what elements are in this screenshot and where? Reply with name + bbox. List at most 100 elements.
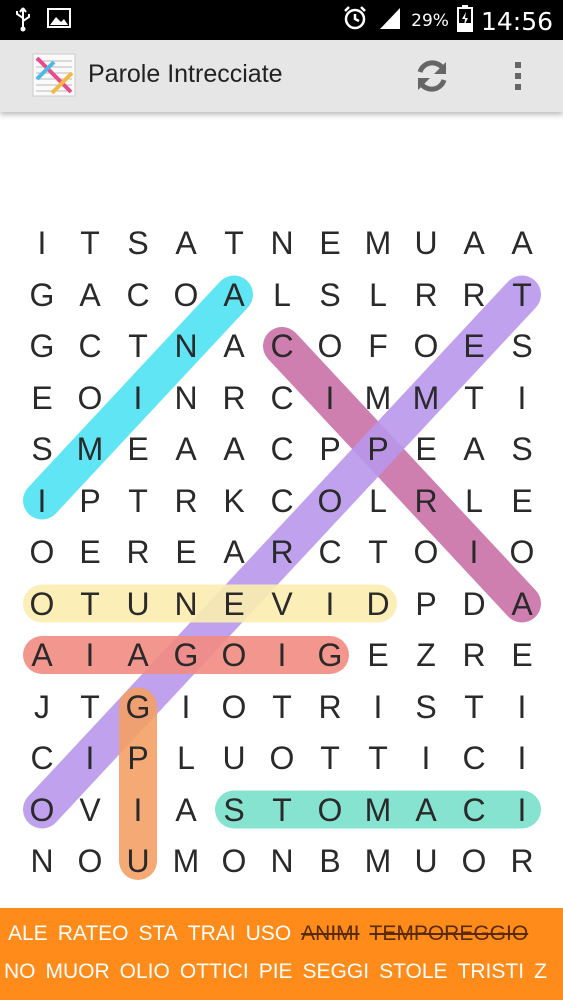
grid-letter[interactable]: Z <box>402 635 450 675</box>
grid-letter[interactable]: G <box>114 687 162 727</box>
grid-letter[interactable]: G <box>162 635 210 675</box>
grid-letter[interactable]: O <box>258 738 306 778</box>
grid-letter[interactable]: O <box>210 841 258 881</box>
grid-letter[interactable]: I <box>306 378 354 418</box>
grid-letter[interactable]: A <box>18 635 66 675</box>
grid-letter[interactable]: N <box>162 584 210 624</box>
grid-letter[interactable]: G <box>18 275 66 315</box>
grid-letter[interactable]: A <box>210 326 258 366</box>
grid-letter[interactable]: G <box>306 635 354 675</box>
grid-letter[interactable]: U <box>402 223 450 263</box>
grid-letter[interactable]: O <box>210 635 258 675</box>
grid-letter[interactable]: J <box>18 687 66 727</box>
grid-letter[interactable]: T <box>114 326 162 366</box>
grid-letter[interactable]: N <box>162 378 210 418</box>
grid-letter[interactable]: I <box>450 532 498 572</box>
grid-letter[interactable]: M <box>402 378 450 418</box>
grid-letter[interactable]: U <box>210 738 258 778</box>
grid-letter[interactable]: T <box>66 584 114 624</box>
grid-letter[interactable]: R <box>210 378 258 418</box>
grid-letter[interactable]: S <box>210 790 258 830</box>
grid-letter[interactable]: P <box>66 481 114 521</box>
grid-letter[interactable]: U <box>402 841 450 881</box>
grid-letter[interactable]: V <box>258 584 306 624</box>
grid-letter[interactable]: O <box>18 584 66 624</box>
grid-letter[interactable]: M <box>66 429 114 469</box>
grid-letter[interactable]: R <box>162 481 210 521</box>
grid-letter[interactable]: S <box>18 429 66 469</box>
grid-letter[interactable]: A <box>210 275 258 315</box>
grid-letter[interactable]: O <box>498 532 546 572</box>
grid-letter[interactable]: A <box>162 223 210 263</box>
grid-letter[interactable]: C <box>306 532 354 572</box>
grid-letter[interactable]: I <box>402 738 450 778</box>
grid-letter[interactable]: O <box>306 790 354 830</box>
grid-letter[interactable]: M <box>354 790 402 830</box>
grid-letter[interactable]: E <box>306 223 354 263</box>
grid-letter[interactable]: T <box>354 738 402 778</box>
grid-letter[interactable]: S <box>402 687 450 727</box>
grid-letter[interactable]: A <box>162 790 210 830</box>
grid-letter[interactable]: O <box>450 841 498 881</box>
grid-letter[interactable]: O <box>402 532 450 572</box>
puzzle-grid[interactable]: ITSATNEMUAAGACOALSLRRTGCTNACOFOESEOINRCI… <box>0 210 563 900</box>
grid-letter[interactable]: E <box>450 326 498 366</box>
grid-letter[interactable]: N <box>258 841 306 881</box>
grid-letter[interactable]: R <box>450 635 498 675</box>
grid-letter[interactable]: I <box>498 378 546 418</box>
grid-letter[interactable]: I <box>162 687 210 727</box>
grid-letter[interactable]: L <box>354 481 402 521</box>
grid-letter[interactable]: O <box>306 481 354 521</box>
grid-letter[interactable]: O <box>18 790 66 830</box>
grid-letter[interactable]: S <box>114 223 162 263</box>
grid-letter[interactable]: R <box>306 687 354 727</box>
grid-letter[interactable]: C <box>450 738 498 778</box>
grid-letter[interactable]: O <box>66 378 114 418</box>
grid-letter[interactable]: O <box>306 326 354 366</box>
grid-letter[interactable]: L <box>354 275 402 315</box>
grid-letter[interactable]: F <box>354 326 402 366</box>
grid-letter[interactable]: E <box>210 584 258 624</box>
grid-letter[interactable]: T <box>258 687 306 727</box>
grid-letter[interactable]: E <box>354 635 402 675</box>
grid-letter[interactable]: I <box>306 584 354 624</box>
grid-letter[interactable]: C <box>66 326 114 366</box>
grid-letter[interactable]: T <box>66 223 114 263</box>
grid-letter[interactable]: C <box>450 790 498 830</box>
grid-letter[interactable]: R <box>450 275 498 315</box>
grid-letter[interactable]: C <box>258 429 306 469</box>
grid-letter[interactable]: C <box>258 378 306 418</box>
grid-letter[interactable]: P <box>114 738 162 778</box>
grid-letter[interactable]: C <box>258 481 306 521</box>
grid-letter[interactable]: R <box>498 841 546 881</box>
grid-letter[interactable]: P <box>402 584 450 624</box>
grid-letter[interactable]: T <box>450 378 498 418</box>
grid-letter[interactable]: I <box>18 481 66 521</box>
grid-letter[interactable]: A <box>210 429 258 469</box>
grid-letter[interactable]: I <box>498 738 546 778</box>
grid-letter[interactable]: R <box>114 532 162 572</box>
grid-letter[interactable]: E <box>498 635 546 675</box>
grid-letter[interactable]: T <box>498 275 546 315</box>
grid-letter[interactable]: U <box>114 584 162 624</box>
grid-letter[interactable]: I <box>66 738 114 778</box>
grid-letter[interactable]: S <box>306 275 354 315</box>
grid-letter[interactable]: M <box>354 841 402 881</box>
grid-letter[interactable]: A <box>210 532 258 572</box>
grid-letter[interactable]: T <box>258 790 306 830</box>
grid-letter[interactable]: O <box>66 841 114 881</box>
grid-letter[interactable]: L <box>450 481 498 521</box>
grid-letter[interactable]: A <box>66 275 114 315</box>
grid-letter[interactable]: I <box>258 635 306 675</box>
grid-letter[interactable]: S <box>498 429 546 469</box>
grid-letter[interactable]: T <box>306 738 354 778</box>
grid-letter[interactable]: O <box>18 532 66 572</box>
grid-letter[interactable]: E <box>18 378 66 418</box>
grid-letter[interactable]: I <box>354 687 402 727</box>
grid-letter[interactable]: I <box>498 687 546 727</box>
grid-letter[interactable]: K <box>210 481 258 521</box>
grid-letter[interactable]: T <box>210 223 258 263</box>
grid-letter[interactable]: N <box>162 326 210 366</box>
grid-letter[interactable]: L <box>258 275 306 315</box>
grid-letter[interactable]: E <box>162 532 210 572</box>
